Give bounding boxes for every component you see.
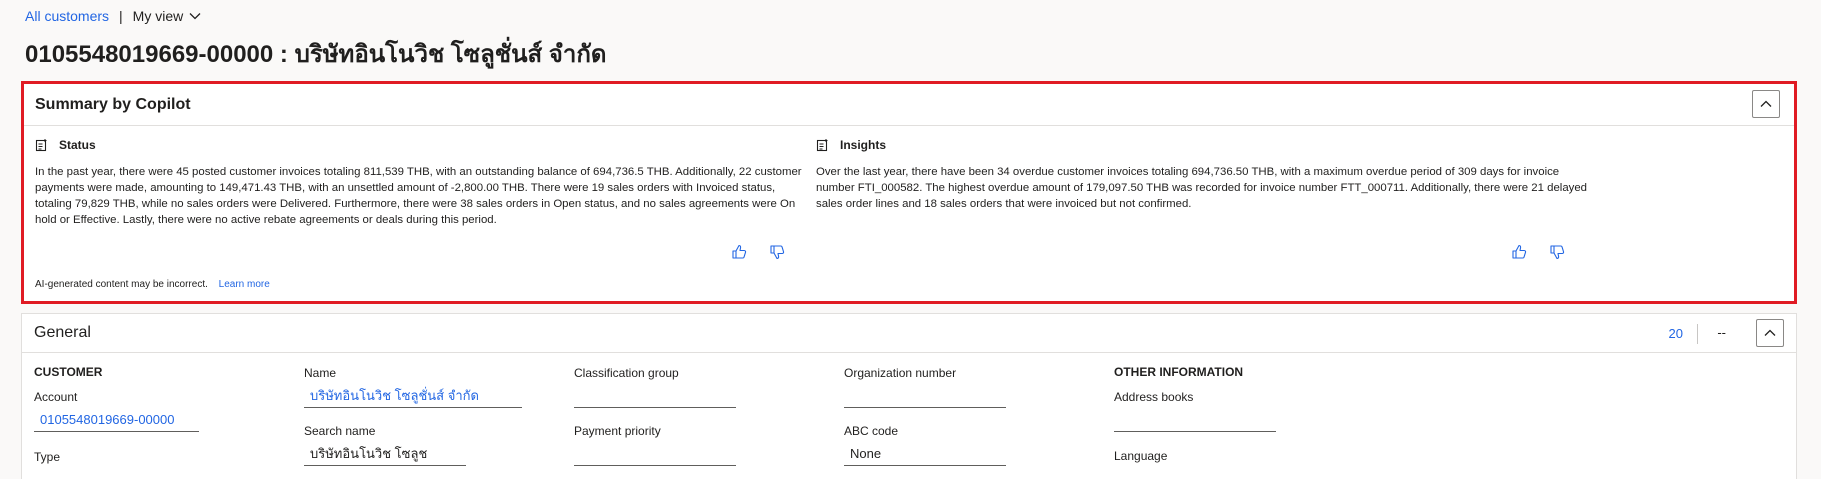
copilot-summary-title: Summary by Copilot bbox=[35, 95, 191, 113]
search-name-label: Search name bbox=[304, 424, 376, 438]
classification-group-field: Classification group bbox=[574, 366, 736, 408]
chevron-down-icon bbox=[189, 13, 201, 20]
chevron-up-icon bbox=[1764, 329, 1776, 336]
all-customers-link[interactable]: All customers bbox=[25, 8, 109, 24]
status-heading-label: Status bbox=[59, 138, 96, 152]
insights-text: Over the last year, there have been 34 o… bbox=[816, 166, 1588, 210]
general-title: General bbox=[34, 324, 91, 341]
search-name-field: Search name บริษัทอินโนวิช โซลูช bbox=[304, 424, 466, 466]
status-thumbs-down-button[interactable] bbox=[766, 241, 788, 263]
copilot-summary-panel: Summary by Copilot Status In the past ye… bbox=[21, 81, 1797, 304]
abc-code-select[interactable]: None bbox=[844, 442, 1006, 466]
search-name-input[interactable]: บริษัทอินโนวิช โซลูช bbox=[304, 442, 466, 466]
organization-number-field: Organization number bbox=[844, 366, 1006, 408]
name-field: Name บริษัทอินโนวิช โซลูชั่นส์ จำกัด bbox=[304, 366, 522, 408]
ai-disclaimer: AI-generated content may be incorrect. L… bbox=[35, 279, 270, 290]
thumbs-up-icon bbox=[1512, 244, 1527, 259]
status-section: Status In the past year, there were 45 p… bbox=[35, 138, 815, 228]
collapse-summary-button[interactable] bbox=[1752, 90, 1780, 118]
payment-priority-field: Payment priority bbox=[574, 424, 736, 466]
payment-priority-input[interactable] bbox=[574, 442, 736, 466]
general-field-count: 20 bbox=[1668, 326, 1683, 341]
classification-group-input[interactable] bbox=[574, 384, 736, 408]
address-books-label: Address books bbox=[1114, 390, 1194, 404]
general-header[interactable]: General 20 -- bbox=[22, 314, 1796, 353]
insights-thumbs-down-button[interactable] bbox=[1546, 241, 1568, 263]
organization-number-label: Organization number bbox=[844, 366, 957, 380]
account-label: Account bbox=[34, 390, 78, 404]
address-books-input[interactable] bbox=[1114, 408, 1276, 432]
collapse-general-button[interactable] bbox=[1756, 319, 1784, 347]
organization-number-input[interactable] bbox=[844, 384, 1006, 408]
address-books-field: Address books bbox=[1114, 390, 1276, 432]
status-heading: Status bbox=[35, 138, 815, 152]
chevron-up-icon bbox=[1760, 100, 1772, 107]
general-summary-value: -- bbox=[1717, 325, 1726, 340]
status-text: In the past year, there were 45 posted c… bbox=[35, 166, 802, 226]
payment-priority-label: Payment priority bbox=[574, 424, 661, 438]
insights-section: Insights Over the last year, there have … bbox=[816, 138, 1596, 212]
customer-group-title: CUSTOMER bbox=[34, 365, 103, 379]
abc-code-label: ABC code bbox=[844, 424, 899, 438]
name-label: Name bbox=[304, 366, 337, 380]
breadcrumb: All customers | My view bbox=[25, 8, 201, 24]
status-thumbs-up-button[interactable] bbox=[728, 241, 750, 263]
abc-code-field: ABC code None bbox=[844, 424, 1006, 466]
classification-group-label: Classification group bbox=[574, 366, 679, 380]
ai-disclaimer-text: AI-generated content may be incorrect. bbox=[35, 279, 208, 290]
insights-heading: Insights bbox=[816, 138, 1596, 152]
account-value-link[interactable]: 0105548019669-00000 bbox=[34, 408, 199, 432]
page-title: 0105548019669-00000 : บริษัทอินโนวิช โซล… bbox=[25, 41, 607, 68]
type-label: Type bbox=[34, 450, 61, 464]
account-field: Account 0105548019669-00000 bbox=[34, 390, 199, 432]
summary-note-icon bbox=[816, 139, 828, 152]
copilot-summary-header: Summary by Copilot bbox=[24, 84, 1794, 126]
view-selector-label: My view bbox=[132, 8, 184, 24]
insights-heading-label: Insights bbox=[840, 138, 887, 152]
thumbs-down-icon bbox=[770, 245, 785, 260]
name-input[interactable]: บริษัทอินโนวิช โซลูชั่นส์ จำกัด bbox=[304, 384, 522, 408]
view-selector[interactable]: My view bbox=[133, 8, 202, 24]
general-section: General 20 -- CUSTOMER Account 010554801… bbox=[21, 313, 1797, 479]
summary-note-icon bbox=[35, 139, 47, 152]
other-information-group-title: OTHER INFORMATION bbox=[1114, 365, 1244, 379]
insights-thumbs-up-button[interactable] bbox=[1508, 241, 1530, 263]
thumbs-down-icon bbox=[1550, 245, 1565, 260]
breadcrumb-separator: | bbox=[119, 8, 123, 24]
learn-more-link[interactable]: Learn more bbox=[219, 279, 270, 290]
language-label: Language bbox=[1114, 449, 1168, 463]
header-divider bbox=[1697, 324, 1698, 344]
thumbs-up-icon bbox=[732, 244, 747, 259]
